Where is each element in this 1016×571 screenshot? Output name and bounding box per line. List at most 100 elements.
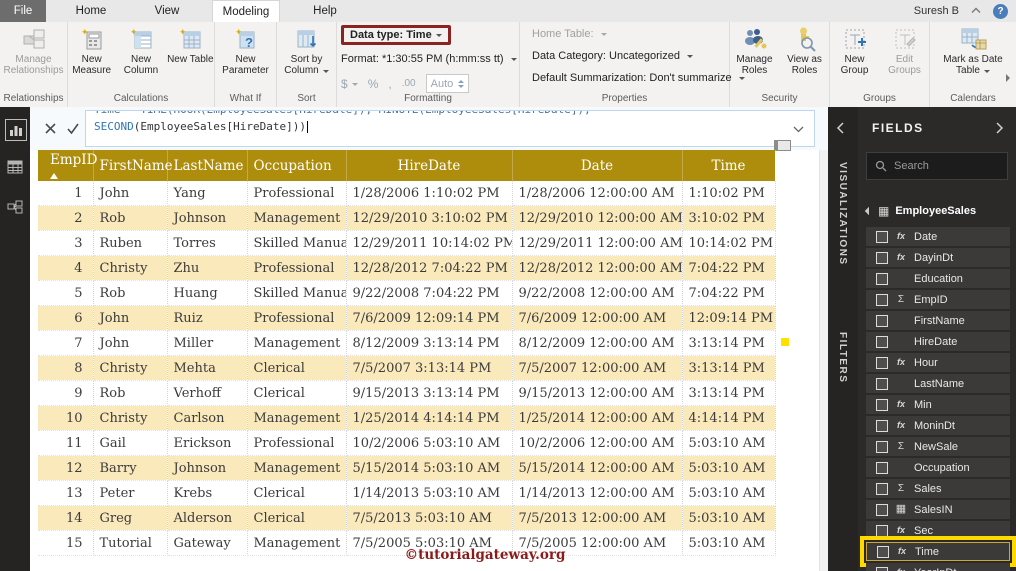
field-checkbox[interactable] xyxy=(876,440,888,453)
thousands-separator-button[interactable]: , xyxy=(388,77,391,91)
table-cell[interactable]: Management xyxy=(247,530,347,556)
table-cell[interactable]: Krebs xyxy=(167,480,248,506)
table-cell[interactable]: 3:10:02 PM xyxy=(682,205,776,231)
format-dropdown[interactable]: Format: *1:30:55 PM (h:mm:ss tt) xyxy=(341,53,517,65)
stepper-arrows-icon[interactable] xyxy=(458,77,465,91)
column-header-hiredate[interactable]: HireDate xyxy=(346,150,513,181)
table-cell[interactable]: 12/28/2012 7:04:22 PM xyxy=(346,255,513,281)
new-measure-button[interactable]: ✦ New Measure xyxy=(68,24,115,76)
field-checkbox[interactable] xyxy=(876,482,888,495)
table-cell[interactable]: 8/12/2009 12:00:00 AM xyxy=(512,330,683,356)
table-cell[interactable]: 8 xyxy=(38,355,94,381)
field-checkbox[interactable] xyxy=(876,230,888,243)
table-cell[interactable]: Torres xyxy=(167,230,248,256)
column-header-date[interactable]: Date xyxy=(512,150,683,181)
table-cell[interactable]: Skilled Manual xyxy=(247,230,347,256)
table-cell[interactable]: 4:14:14 PM xyxy=(682,405,776,431)
table-cell[interactable]: 5/15/2014 12:00:00 AM xyxy=(512,455,683,481)
table-cell[interactable]: 10 xyxy=(38,405,94,431)
field-item-min[interactable]: fx Min xyxy=(866,395,1010,414)
table-cell[interactable]: 3:13:14 PM xyxy=(682,330,776,356)
table-cell[interactable]: 1 xyxy=(38,181,94,206)
table-cell[interactable]: Johnson xyxy=(167,205,248,231)
table-cell[interactable]: 6 xyxy=(38,305,94,331)
table-cell[interactable]: Professional xyxy=(247,305,347,331)
table-cell[interactable]: 10/2/2006 5:03:10 AM xyxy=(346,430,513,456)
table-cell[interactable]: 2 xyxy=(38,205,94,231)
table-cell[interactable]: 12/29/2011 12:00:00 AM xyxy=(512,230,683,256)
view-as-roles-button[interactable]: View as Roles xyxy=(781,24,829,76)
percent-format-button[interactable]: % xyxy=(368,77,379,91)
table-cell[interactable]: 1/14/2013 12:00:00 AM xyxy=(512,480,683,506)
collapse-ribbon-icon[interactable] xyxy=(971,5,981,17)
table-cell[interactable]: Clerical xyxy=(247,380,347,406)
table-cell[interactable]: Verhoff xyxy=(167,380,248,406)
table-cell[interactable]: 7/6/2009 12:00:00 AM xyxy=(512,305,683,331)
field-item-hiredate[interactable]: HireDate xyxy=(866,332,1010,351)
table-cell[interactable]: 3:13:14 PM xyxy=(682,355,776,381)
field-item-time[interactable]: fx Time xyxy=(860,536,1016,567)
table-cell[interactable]: 9/22/2008 12:00:00 AM xyxy=(512,280,683,306)
table-cell[interactable]: 7/5/2013 12:00:00 AM xyxy=(512,505,683,531)
table-cell[interactable]: Carlson xyxy=(167,405,248,431)
field-item-sec[interactable]: fx Sec xyxy=(866,521,1010,540)
table-cell[interactable]: 13 xyxy=(38,480,94,506)
tab-file[interactable]: File xyxy=(0,0,46,22)
field-checkbox[interactable] xyxy=(876,419,888,432)
table-cell[interactable]: John xyxy=(93,330,168,356)
table-cell[interactable]: 7/5/2007 3:13:14 PM xyxy=(346,355,513,381)
table-cell[interactable]: 14 xyxy=(38,505,94,531)
report-view-button[interactable] xyxy=(5,119,27,141)
visualizations-pane-tab[interactable]: VISUALIZATIONS xyxy=(837,162,848,266)
table-cell[interactable]: 9/15/2013 12:00:00 AM xyxy=(512,380,683,406)
table-cell[interactable]: 5 xyxy=(38,280,94,306)
table-cell[interactable]: Gail xyxy=(93,430,168,456)
table-cell[interactable]: 5/15/2014 5:03:10 AM xyxy=(346,455,513,481)
default-summarization-dropdown[interactable]: Default Summarization: Don't summarize xyxy=(532,72,745,84)
table-cell[interactable]: Rob xyxy=(93,205,168,231)
field-item-monindt[interactable]: fx MoninDt xyxy=(866,416,1010,435)
table-cell[interactable]: 3:13:14 PM xyxy=(682,380,776,406)
column-header-lastname[interactable]: LastName xyxy=(167,150,248,181)
commit-formula-button[interactable] xyxy=(63,118,83,138)
expand-formula-bar-icon[interactable] xyxy=(793,123,804,136)
decimal-places-stepper[interactable]: Auto xyxy=(425,74,470,93)
table-cell[interactable]: 12/28/2012 12:00:00 AM xyxy=(512,255,683,281)
tab-view[interactable]: View xyxy=(136,0,198,22)
table-cell[interactable]: Christy xyxy=(93,255,168,281)
table-cell[interactable]: 1/25/2014 12:00:00 AM xyxy=(512,405,683,431)
data-view-button[interactable] xyxy=(5,157,25,177)
field-checkbox[interactable] xyxy=(876,377,888,390)
table-cell[interactable]: 5:03:10 AM xyxy=(682,430,776,456)
column-header-firstname[interactable]: FirstName xyxy=(93,150,173,181)
maximize-icon[interactable] xyxy=(774,140,791,151)
table-cell[interactable]: Gateway xyxy=(167,530,248,556)
vertical-scrollbar[interactable] xyxy=(819,150,828,571)
sort-by-column-button[interactable]: Sort by Column xyxy=(279,24,335,76)
data-category-dropdown[interactable]: Data Category: Uncategorized xyxy=(532,50,694,62)
field-item-lastname[interactable]: LastName xyxy=(866,374,1010,393)
table-cell[interactable]: 5:03:10 AM xyxy=(682,530,776,556)
field-checkbox[interactable] xyxy=(876,566,888,571)
decimal-places-icon[interactable]: .00 xyxy=(402,78,416,89)
table-cell[interactable]: Clerical xyxy=(247,480,347,506)
table-cell[interactable]: 15 xyxy=(38,530,94,556)
column-header-occupation[interactable]: Occupation xyxy=(247,150,347,181)
table-cell[interactable]: Christy xyxy=(93,355,168,381)
field-item-dayindt[interactable]: fx DayinDt xyxy=(866,248,1010,267)
dax-formula-input[interactable]: Time = TIME(HOUR(EmployeeSales[HireDate]… xyxy=(85,110,815,147)
table-cell[interactable]: Christy xyxy=(93,405,168,431)
table-cell[interactable]: Peter xyxy=(93,480,168,506)
table-cell[interactable]: Skilled Manual xyxy=(247,280,347,306)
table-cell[interactable]: Clerical xyxy=(247,355,347,381)
field-checkbox[interactable] xyxy=(876,503,888,516)
field-checkbox[interactable] xyxy=(876,335,888,348)
field-item-empid[interactable]: Σ EmpID xyxy=(866,290,1010,309)
table-cell[interactable]: 5:03:10 AM xyxy=(682,505,776,531)
table-cell[interactable]: 7/5/2007 12:00:00 AM xyxy=(512,355,683,381)
field-item-sales[interactable]: Σ Sales xyxy=(866,479,1010,498)
table-cell[interactable]: Management xyxy=(247,330,347,356)
table-cell[interactable]: 1/28/2006 12:00:00 AM xyxy=(512,181,683,206)
data-type-dropdown[interactable]: Data type: Time xyxy=(341,25,451,45)
collapse-fields-panel-icon[interactable] xyxy=(995,121,1004,139)
